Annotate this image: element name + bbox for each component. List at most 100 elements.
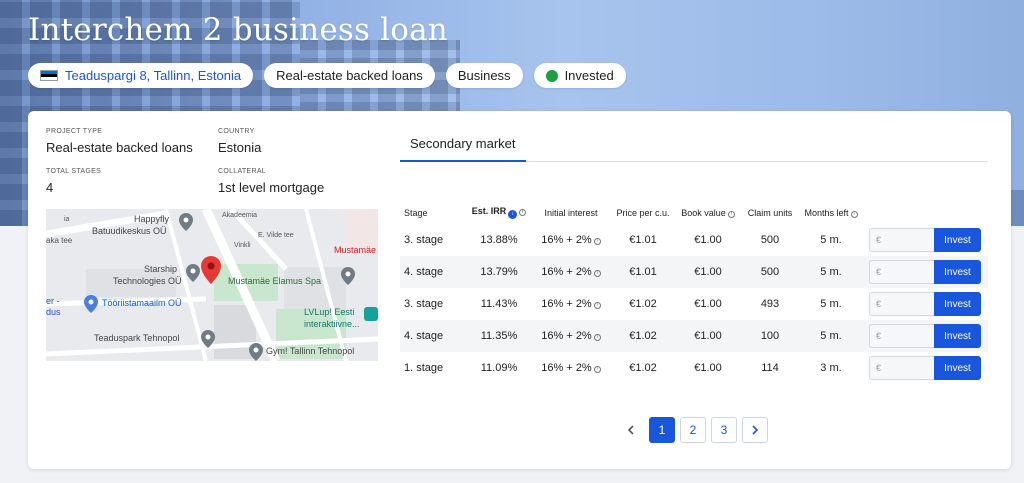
cell-interest-value: 16% + 2% (541, 234, 592, 246)
cell-book: €1.00 (676, 320, 740, 352)
cell-book: €1.00 (694, 362, 722, 374)
amount-input[interactable]: € (869, 228, 934, 252)
status-dot-icon (545, 69, 558, 82)
cell-stage: 4. stage (400, 256, 466, 288)
cell-units: 493 (760, 298, 780, 310)
invest-button[interactable]: Invest (934, 324, 981, 348)
cell-irr: 11.09% (480, 362, 518, 374)
invest-button[interactable]: Invest (934, 292, 981, 316)
map-label-happyfly-2: Batuudikeskus OÜ (92, 226, 167, 236)
map-label-lvlup: LVLup! Eesti (304, 307, 355, 317)
amount-input[interactable]: € (869, 356, 934, 380)
map-location-pin-icon (201, 256, 221, 284)
page-button-3[interactable]: 3 (711, 417, 737, 443)
table-row: 1. stage 11.09% 16% + 2% i €1.02 €1.00 11… (400, 352, 988, 384)
project-type-field: PROJECT TYPE Real-estate backed loans (46, 128, 193, 155)
map-label-edge-2: dus (46, 307, 61, 317)
map-label-road-3: Akadeemia (222, 212, 258, 219)
header-irr[interactable]: Est. IRR ↓ i (466, 201, 532, 224)
cell-interest-value: 16% + 2% (541, 362, 592, 374)
cell-invest: € Invest (862, 288, 988, 320)
map-poi-gym-icon (249, 343, 263, 361)
map-label-shop: Tööriistamaailm OÜ (102, 298, 182, 308)
info-icon[interactable]: i (850, 210, 858, 218)
cell-price: €1.01 (629, 234, 657, 246)
cell-book: €1.00 (694, 234, 722, 246)
project-card: PROJECT TYPE Real-estate backed loans CO… (28, 111, 1011, 469)
status-chip-label: Invested (564, 68, 614, 83)
loan-type-chip: Real-estate backed loans (264, 63, 435, 88)
page-button-1[interactable]: 1 (649, 417, 675, 443)
country-value: Estonia (218, 140, 262, 155)
collateral-value: 1st level mortgage (218, 180, 325, 195)
info-icon[interactable]: i (593, 270, 601, 277)
cell-months: 5 m. (820, 234, 842, 246)
category-chip-label: Business (457, 68, 511, 83)
invest-button[interactable]: Invest (934, 260, 981, 284)
header-book-label: Book value (681, 207, 726, 218)
status-chip: Invested (533, 63, 626, 88)
location-chip[interactable]: Teaduspargi 8, Tallinn, Estonia (28, 63, 254, 88)
cell-price: €1.02 (629, 298, 657, 310)
header-units-label: Claim units (747, 207, 793, 218)
cell-months: 5 m. (820, 298, 842, 310)
location-map[interactable]: Happyfly Batuudikeskus OÜ Starship Techn… (46, 209, 378, 361)
page-button-2[interactable]: 2 (680, 417, 706, 443)
total-stages-value: 4 (46, 180, 54, 195)
tab-secondary-market[interactable]: Secondary market (400, 136, 526, 162)
estonia-flag-icon (40, 70, 58, 81)
header-initial-interest: Initial interest (532, 201, 610, 224)
location-chip-label: Teaduspargi 8, Tallinn, Estonia (65, 68, 242, 83)
cell-months: 5 m. (800, 256, 862, 288)
country-label: COUNTRY (218, 128, 255, 135)
map-poi-starship-icon (186, 264, 200, 282)
table-header-row: Stage Est. IRR ↓ i Initial interest Price … (400, 201, 988, 224)
info-icon[interactable]: i (593, 238, 601, 245)
cell-stage: 4. stage (400, 320, 466, 352)
next-page-button[interactable] (742, 417, 768, 443)
cell-book: €1.00 (676, 256, 740, 288)
cell-invest: € Invest (862, 224, 988, 256)
amount-input[interactable]: € (869, 292, 934, 316)
map-label-road-2: E. Vilde tee (258, 232, 294, 239)
total-stages-label: TOTAL STAGES (46, 168, 102, 175)
tag-chips: Teaduspargi 8, Tallinn, Estonia Real-est… (28, 63, 626, 88)
amount-input[interactable]: € (869, 324, 934, 348)
map-label-mustamae: Mustamäe (334, 245, 377, 255)
invest-button[interactable]: Invest (934, 228, 981, 252)
header-stage: Stage (400, 201, 466, 224)
header-irr-label: Est. IRR (471, 206, 507, 216)
table-row: 4. stage 11.35% 16% + 2% i €1.02 €1.00 10… (400, 320, 988, 352)
cell-irr: 13.88% (480, 234, 518, 246)
map-label-starship-2: Technologies OÜ (113, 276, 182, 286)
amount-input[interactable]: € (869, 260, 934, 284)
cell-irr: 11.35% (466, 320, 532, 352)
chevron-right-icon (752, 425, 759, 435)
prev-page-button[interactable] (618, 417, 644, 443)
map-label-road-5: ia (64, 216, 70, 223)
cell-price: €1.01 (610, 256, 676, 288)
info-icon[interactable]: i (593, 334, 601, 341)
header-stage-label: Stage (404, 207, 428, 218)
cell-interest: 16% + 2% i (532, 256, 610, 288)
total-stages-field: TOTAL STAGES 4 (46, 168, 101, 195)
cell-price: €1.02 (629, 362, 657, 374)
cell-units: 500 (740, 256, 800, 288)
cell-price: €1.02 (610, 320, 676, 352)
table-row: 3. stage 11.43% 16% + 2% i €1.02 €1.00 49… (400, 288, 988, 320)
info-icon[interactable]: i (727, 210, 735, 218)
cell-invest: € Invest (862, 352, 988, 384)
map-poi-happyfly-icon (179, 213, 193, 231)
info-icon[interactable]: i (593, 302, 601, 309)
cell-stage: 3. stage (404, 234, 444, 246)
map-poi-shop-icon (84, 295, 98, 313)
project-type-label: PROJECT TYPE (46, 128, 103, 135)
cell-months: 5 m. (800, 320, 862, 352)
table-row: 4. stage 13.79% 16% + 2% i €1.01 €1.00 50… (400, 256, 988, 288)
info-icon[interactable]: i (519, 209, 527, 216)
header-months-left: Months left i (800, 201, 862, 224)
info-icon[interactable]: i (593, 366, 601, 373)
invest-button[interactable]: Invest (934, 356, 981, 380)
page-title: Interchem 2 business loan (28, 12, 448, 48)
sort-down-icon[interactable]: ↓ (508, 210, 518, 219)
